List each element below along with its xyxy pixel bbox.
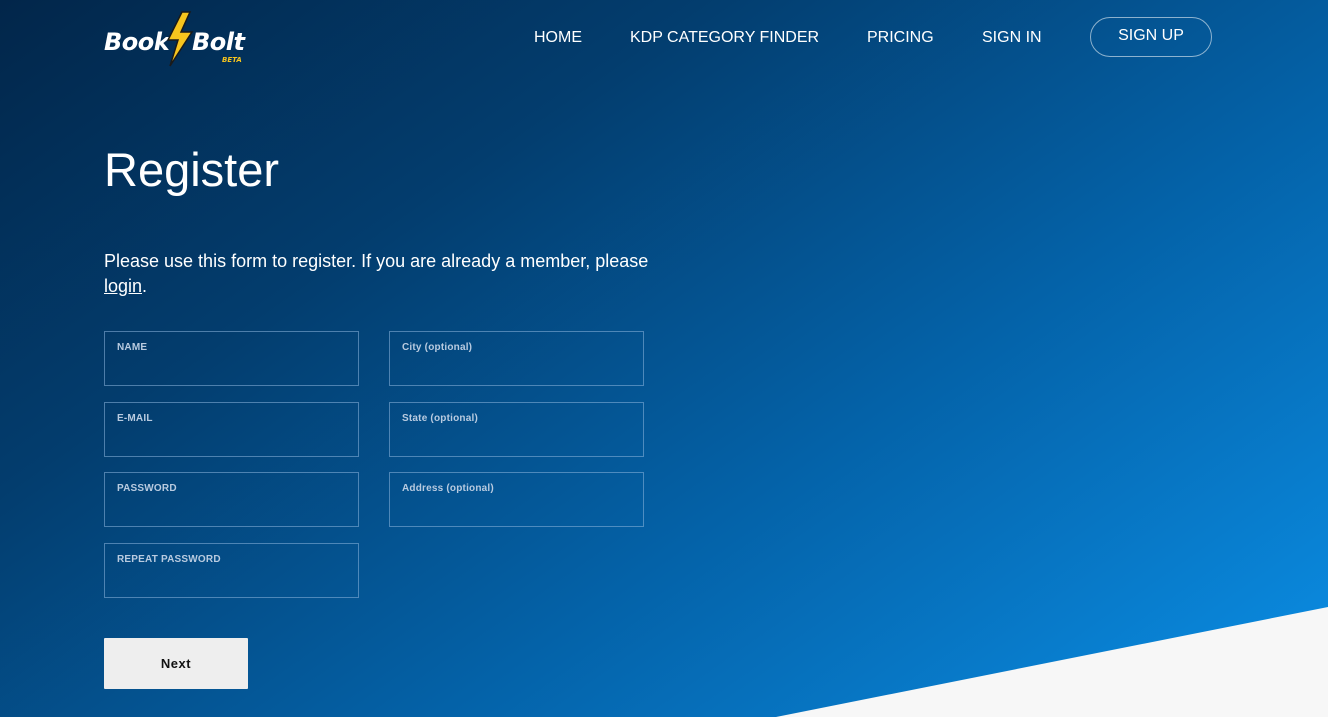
nav-kdp-category-finder-link[interactable]: KDP CATEGORY FINDER xyxy=(630,29,819,47)
sign-up-button[interactable]: SIGN UP xyxy=(1090,17,1212,57)
email-label: E-MAIL xyxy=(117,413,153,424)
email-field[interactable]: E-MAIL xyxy=(104,402,359,457)
page-title: Register xyxy=(104,143,280,196)
intro-text: Please use this form to register. If you… xyxy=(104,249,664,299)
next-button[interactable]: Next xyxy=(104,638,248,689)
state-label: State (optional) xyxy=(402,413,478,424)
password-label: PASSWORD xyxy=(117,483,177,494)
repeat-password-label: REPEAT PASSWORD xyxy=(117,554,221,565)
name-label: NAME xyxy=(117,342,148,353)
nav-pricing-link[interactable]: PRICING xyxy=(867,29,934,47)
nav-sign-in-link[interactable]: SIGN IN xyxy=(982,29,1042,47)
repeat-password-field[interactable]: REPEAT PASSWORD xyxy=(104,543,359,598)
intro-sentence: Please use this form to register. If you… xyxy=(104,251,649,271)
intro-period: . xyxy=(142,276,148,296)
city-input[interactable] xyxy=(402,358,631,380)
address-field[interactable]: Address (optional) xyxy=(389,472,644,527)
state-field[interactable]: State (optional) xyxy=(389,402,644,457)
name-field[interactable]: NAME xyxy=(104,331,359,386)
state-input[interactable] xyxy=(402,429,631,451)
address-input[interactable] xyxy=(402,499,631,521)
name-input[interactable] xyxy=(117,358,346,380)
city-field[interactable]: City (optional) xyxy=(389,331,644,386)
nav-home-link[interactable]: HOME xyxy=(534,29,582,47)
email-input[interactable] xyxy=(117,429,346,451)
address-label: Address (optional) xyxy=(402,483,494,494)
city-label: City (optional) xyxy=(402,342,473,353)
password-input[interactable] xyxy=(117,499,346,521)
password-field[interactable]: PASSWORD xyxy=(104,472,359,527)
repeat-password-input[interactable] xyxy=(117,570,346,592)
main-nav: HOME KDP CATEGORY FINDER PRICING SIGN IN… xyxy=(0,0,1328,76)
login-link[interactable]: login xyxy=(104,276,142,296)
